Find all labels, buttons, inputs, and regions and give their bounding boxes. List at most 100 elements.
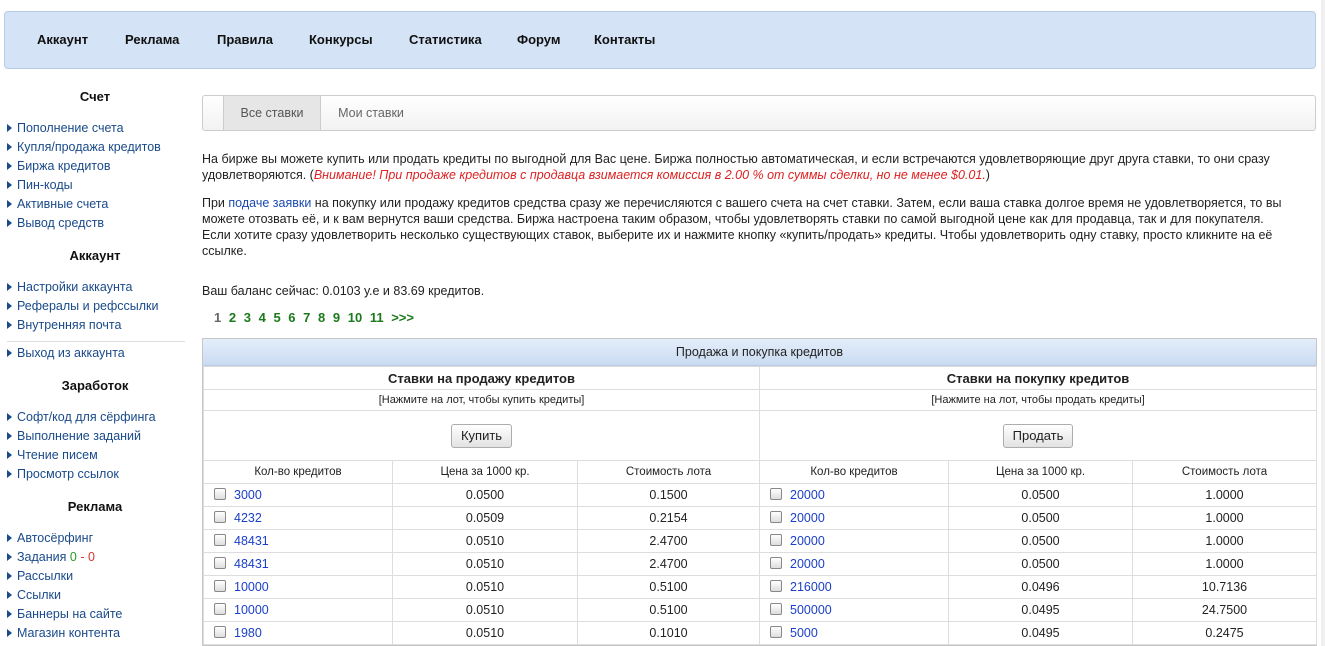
sidebar-item-banners[interactable]: Баннеры на сайте [7,607,122,621]
page-next-link[interactable]: >>> [391,310,414,325]
sidebar-item-tasks-completion[interactable]: Выполнение заданий [7,429,141,443]
sidebar-item-autosurfing[interactable]: Автосёрфинг [7,531,93,545]
nav-statistics[interactable]: Статистика [409,32,482,47]
buy-lot-checkbox[interactable] [770,603,783,615]
sidebar-item-viewing-links[interactable]: Просмотр ссылок [7,467,119,481]
sell-lot-link[interactable]: 1980 [234,626,262,640]
arrow-right-icon [7,610,12,618]
sidebar-item-label: Баннеры на сайте [17,607,123,621]
sell-lot-checkbox[interactable] [214,557,226,569]
buy-lot-link[interactable]: 5000 [790,626,818,640]
page-link[interactable]: 3 [244,310,251,325]
page-link[interactable]: 5 [273,310,280,325]
buy-lot-checkbox[interactable] [770,626,783,638]
sidebar-item-referrals[interactable]: Рефералы и рефссылки [7,299,159,313]
buy-lot-link[interactable]: 216000 [790,580,832,594]
buy-lot-link[interactable]: 20000 [790,511,825,525]
sidebar-item-tasks[interactable]: Задания 0 - 0 [7,550,95,564]
sell-lot-checkbox[interactable] [214,603,226,615]
buy-lot-checkbox[interactable] [770,534,783,546]
buy-lot-link[interactable]: 20000 [790,557,825,571]
sell-button[interactable]: Продать [1002,423,1074,448]
buy-lot-checkbox[interactable] [770,488,783,500]
tab-my-bids[interactable]: Мои ставки [321,96,421,130]
bid-info-text: на покупку или продажу кредитов средства… [202,196,1282,226]
buy-lot-cost-cell: 1.0000 [1132,529,1318,553]
buy-lot-link[interactable]: 500000 [790,603,832,617]
pagination: 1 2 3 4 5 6 7 8 9 10 11 >>> [214,310,418,325]
page-link[interactable]: 4 [259,310,266,325]
arrow-right-icon [7,321,12,329]
sell-quantity-cell: 10000 [203,575,393,599]
nav-rules[interactable]: Правила [217,32,273,47]
sidebar-item-deposit[interactable]: Пополнение счета [7,121,124,135]
nav-forum[interactable]: Форум [517,32,560,47]
buy-lot-link[interactable]: 20000 [790,534,825,548]
sidebar-item-account-settings[interactable]: Настройки аккаунта [7,280,132,294]
nav-advertising[interactable]: Реклама [125,32,179,47]
sidebar-item-label: Задания [17,550,67,564]
sell-lot-checkbox[interactable] [214,580,226,592]
sidebar-item-reading-mail[interactable]: Чтение писем [7,448,98,462]
page-link[interactable]: 9 [333,310,340,325]
sell-price-cell: 0.0510 [392,575,578,599]
arrow-right-icon [7,553,12,561]
sidebar-item-mailings[interactable]: Рассылки [7,569,73,583]
column-header-price: Цена за 1000 кр. [392,460,578,484]
sell-lot-checkbox[interactable] [214,626,226,638]
table-row: 48431 0.0510 2.4700 20000 0.0500 1.0000 [203,529,1318,553]
page-link[interactable]: 2 [229,310,236,325]
page-scrollbar[interactable] [1321,0,1325,646]
sidebar-item-internal-mail[interactable]: Внутренняя почта [7,318,121,332]
submit-bid-link[interactable]: подаче заявки [228,196,311,210]
sidebar-item-pin-codes[interactable]: Пин-коды [7,178,73,192]
sell-lot-link[interactable]: 4232 [234,511,262,525]
sidebar-item-withdraw[interactable]: Вывод средств [7,216,104,230]
buy-lot-link[interactable]: 20000 [790,488,825,502]
sell-lot-checkbox[interactable] [214,488,226,500]
page-link[interactable]: 8 [318,310,325,325]
sidebar-item-label: Выход из аккаунта [17,346,125,360]
sidebar-item-links[interactable]: Ссылки [7,588,61,602]
table-row: 3000 0.0500 0.1500 20000 0.0500 1.0000 [203,483,1318,507]
sell-bids-title: Ставки на продажу кредитов [202,366,761,390]
arrow-right-icon [7,629,12,637]
buy-lot-cost-cell: 0.2475 [1132,621,1318,645]
buy-button[interactable]: Купить [450,423,513,448]
buy-lot-checkbox[interactable] [770,580,783,592]
sell-lot-link[interactable]: 10000 [234,603,269,617]
sidebar-item-active-accounts[interactable]: Активные счета [7,197,108,211]
sidebar-item-label: Купля/продажа кредитов [17,140,161,154]
nav-contests[interactable]: Конкурсы [309,32,373,47]
page-link[interactable]: 7 [303,310,310,325]
arrow-right-icon [7,572,12,580]
nav-account[interactable]: Аккаунт [37,32,88,47]
sell-lot-link[interactable]: 10000 [234,580,269,594]
buy-lot-cost-cell: 1.0000 [1132,506,1318,530]
tab-all-bids[interactable]: Все ставки [223,96,321,130]
sell-lot-cost-cell: 0.5100 [576,598,761,622]
sell-lot-cost-cell: 0.1010 [576,621,761,645]
sell-lot-checkbox[interactable] [214,534,226,546]
buy-quantity-cell: 20000 [759,529,950,553]
sell-lot-link[interactable]: 48431 [234,557,269,571]
sidebar-item-credit-exchange[interactable]: Биржа кредитов [7,159,110,173]
sell-lot-checkbox[interactable] [214,511,226,523]
buy-lot-checkbox[interactable] [770,557,783,569]
sidebar-item-surfing-software[interactable]: Софт/код для сёрфинга [7,410,156,424]
sidebar-item-content-shop[interactable]: Магазин контента [7,626,120,640]
sell-lot-link[interactable]: 48431 [234,534,269,548]
nav-contacts[interactable]: Контакты [594,32,655,47]
page-link[interactable]: 6 [288,310,295,325]
sidebar-item-label: Автосёрфинг [17,531,94,545]
page-link[interactable]: 11 [370,310,384,325]
arrow-right-icon [7,219,12,227]
sidebar-item-buy-sell-credits[interactable]: Купля/продажа кредитов [7,140,161,154]
sidebar-item-logout[interactable]: Выход из аккаунта [7,346,125,360]
top-navigation: Аккаунт Реклама Правила Конкурсы Статист… [4,11,1316,69]
sell-lot-link[interactable]: 3000 [234,488,262,502]
buy-lot-checkbox[interactable] [770,511,783,523]
page-link[interactable]: 10 [348,310,362,325]
table-caption: Продажа и покупка кредитов [203,339,1316,366]
arrow-right-icon [7,534,12,542]
